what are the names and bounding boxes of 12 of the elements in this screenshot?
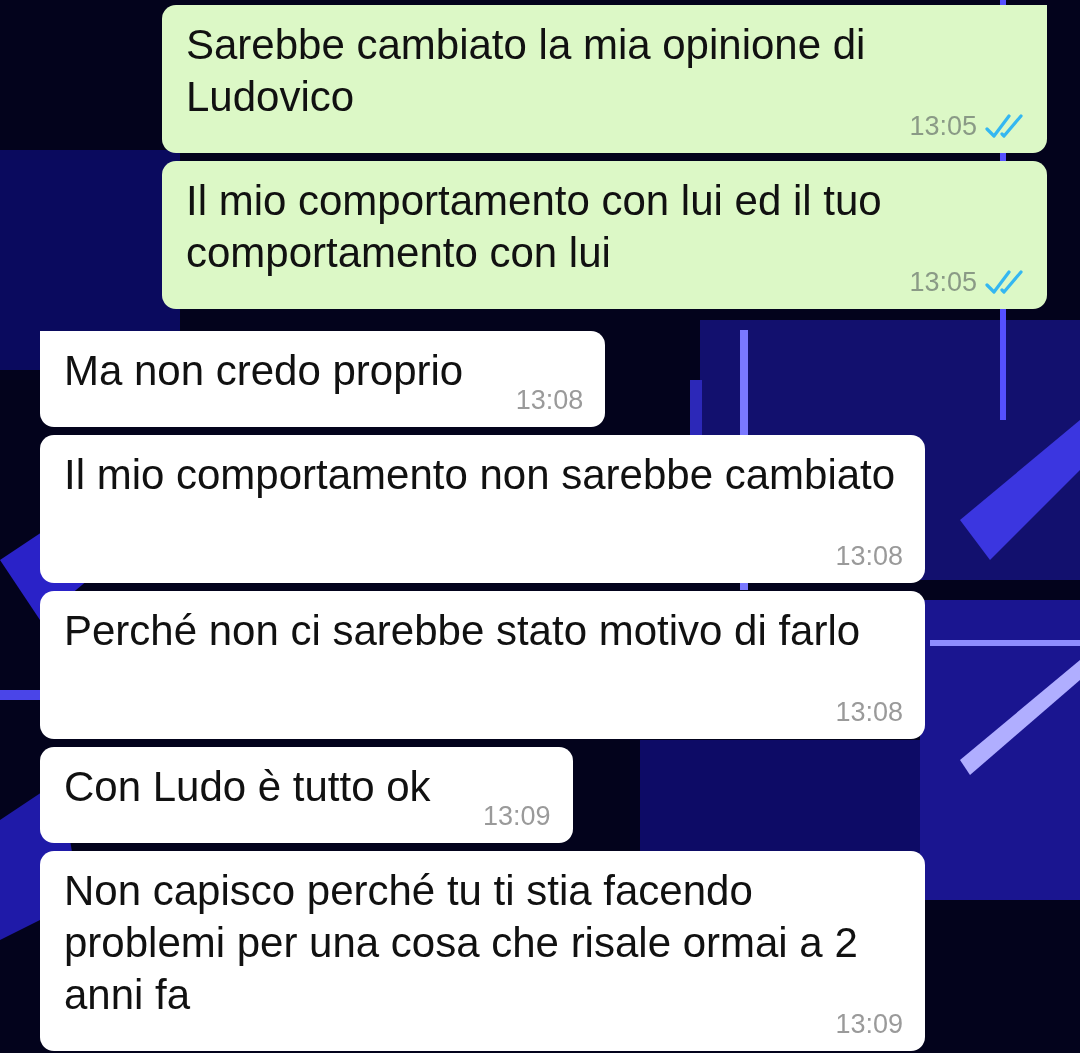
- message-time: 13:08: [515, 385, 584, 415]
- message-text: Il mio comportamento non sarebbe cambiato: [64, 451, 896, 498]
- message-text: Ma non credo proprio: [64, 347, 464, 394]
- message-time: 13:08: [835, 697, 903, 727]
- message-text: Sarebbe cambiato la mia opinione di Ludovico: [186, 21, 866, 120]
- message-time: 13:05: [909, 111, 977, 141]
- message-text: Il mio comportamento con lui ed il tuo comportamento con lui: [186, 177, 882, 276]
- message-time: 13:09: [483, 801, 551, 831]
- message-time: 13:08: [835, 541, 903, 571]
- message-time: 13:05: [909, 267, 977, 297]
- message-text: Perché non ci sarebbe stato motivo di farlo: [64, 607, 861, 654]
- message-text: Con Ludo è tutto ok: [64, 763, 431, 810]
